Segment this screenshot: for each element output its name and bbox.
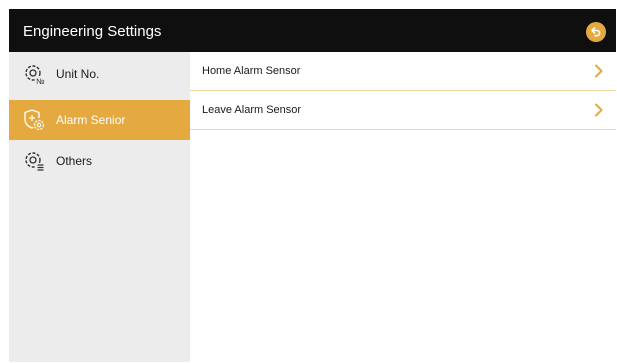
sidebar-item-alarm-senior[interactable]: Alarm Senior bbox=[9, 100, 190, 140]
list-item-leave-alarm-sensor[interactable]: Leave Alarm Sensor bbox=[190, 91, 616, 130]
chevron-right-icon bbox=[595, 103, 603, 117]
back-button[interactable] bbox=[586, 22, 606, 42]
list-item-label: Home Alarm Sensor bbox=[202, 65, 301, 77]
chevron-right-icon bbox=[595, 64, 603, 78]
engineering-settings-screen: Engineering Settings № Unit No. Alarm Se… bbox=[9, 9, 616, 362]
sidebar-item-label: Alarm Senior bbox=[56, 113, 126, 127]
shield-gear-icon bbox=[21, 107, 47, 133]
sidebar: № Unit No. Alarm Senior Others bbox=[9, 52, 190, 362]
settings-list: Home Alarm Sensor Leave Alarm Sensor bbox=[190, 52, 616, 362]
gear-number-icon: № bbox=[21, 61, 47, 87]
sidebar-item-label: Others bbox=[56, 154, 93, 168]
page-title: Engineering Settings bbox=[23, 23, 162, 40]
top-bar: Engineering Settings bbox=[9, 9, 616, 52]
sidebar-item-others[interactable]: Others bbox=[9, 141, 190, 181]
gear-list-icon bbox=[21, 148, 47, 174]
return-arrow-icon bbox=[591, 27, 601, 37]
list-item-label: Leave Alarm Sensor bbox=[202, 104, 302, 116]
sidebar-item-label: Unit No. bbox=[56, 67, 100, 81]
list-item-home-alarm-sensor[interactable]: Home Alarm Sensor bbox=[190, 52, 616, 91]
sidebar-item-unit-no[interactable]: № Unit No. bbox=[9, 54, 190, 94]
svg-text:№: № bbox=[36, 77, 45, 86]
